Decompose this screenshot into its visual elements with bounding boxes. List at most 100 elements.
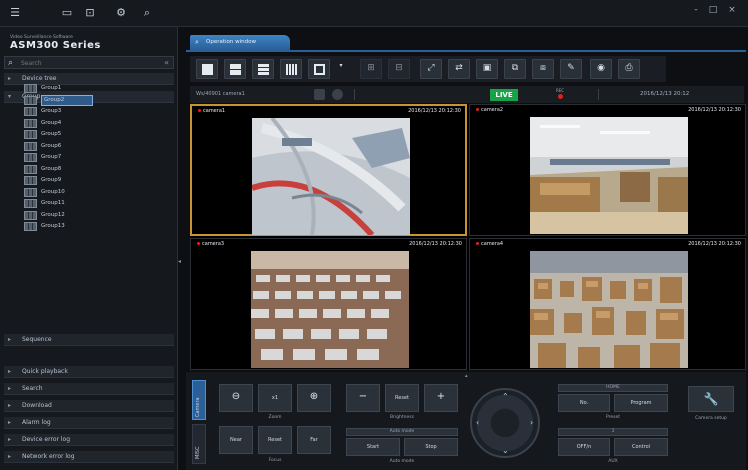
camera-tile-1[interactable]: camera1 2016/12/13 20:12:30 <box>190 104 467 236</box>
brightness-down-button[interactable]: − <box>346 384 380 412</box>
snapshot-button[interactable]: ⧉ <box>504 59 526 79</box>
group-item[interactable]: Group3 <box>22 106 172 118</box>
focus-far-button[interactable]: Far <box>297 426 331 454</box>
group-label: Group1 <box>41 85 62 91</box>
layout-dropdown-button[interactable]: ▾ <box>336 59 346 79</box>
panel-toggle-icon[interactable]: ▴ <box>465 373 468 379</box>
section-quick-playback[interactable]: ▸ Quick playback <box>4 366 174 378</box>
camera-feed-image <box>530 251 688 368</box>
playback-button[interactable]: ▣ <box>476 59 498 79</box>
group-item[interactable]: Group4 <box>22 118 172 130</box>
next-page-button[interactable]: ⊟ <box>388 59 410 79</box>
camera-label: camera2 <box>476 107 503 113</box>
tab-misc[interactable]: MISC <box>192 424 206 464</box>
screen-icon[interactable]: ⊡ <box>83 7 97 19</box>
group-item[interactable]: Group8 <box>22 164 172 176</box>
zoom-out-icon: ⊖ <box>231 391 241 402</box>
close-button[interactable]: × <box>726 5 738 15</box>
layout-1-button[interactable] <box>196 59 218 79</box>
group-item[interactable]: Group7 <box>22 152 172 164</box>
layout-4-button[interactable] <box>224 59 246 79</box>
auto-start-button[interactable]: Start <box>346 438 400 456</box>
tab-operation-window[interactable]: ⌕ Operation window <box>190 35 290 50</box>
prev-page-button[interactable]: ⊞ <box>360 59 382 79</box>
search-box[interactable]: ⌕ « <box>4 56 174 69</box>
tab-camera[interactable]: Camera <box>192 380 206 420</box>
brightness-up-button[interactable]: + <box>424 384 458 412</box>
aux-off-button[interactable]: OFF/n <box>558 438 610 456</box>
group-item[interactable]: Group10 <box>22 187 172 199</box>
preset-no-button[interactable]: No. <box>558 394 610 412</box>
section-sequence[interactable]: ▸ Sequence <box>4 334 174 346</box>
search-input[interactable] <box>21 58 151 68</box>
menu-icon[interactable]: ☰ <box>8 7 22 19</box>
zoom-out-button[interactable]: ⊖ <box>219 384 253 412</box>
section-label: Device tree <box>22 75 57 82</box>
section-download[interactable]: ▸ Download <box>4 400 174 412</box>
auto-stop-button[interactable]: Stop <box>404 438 458 456</box>
layout-custom-button[interactable] <box>308 59 330 79</box>
group-label: Group7 <box>41 154 62 160</box>
ptz-right-icon[interactable]: › <box>530 418 533 427</box>
maximize-button[interactable]: □ <box>707 5 719 15</box>
camera-tile-2[interactable]: camera2 2016/12/13 20:12:30 <box>469 104 746 236</box>
camera-tile-3[interactable]: camera3 2016/12/13 20:12:30 <box>190 238 467 370</box>
section-network-error-log[interactable]: ▸ Network error log <box>4 451 174 463</box>
aux-control-button[interactable]: Control <box>614 438 668 456</box>
ptz-down-icon[interactable]: ⌄ <box>502 446 509 455</box>
print-button[interactable]: ⎙ <box>618 59 640 79</box>
group-item[interactable]: Group1 <box>22 83 172 95</box>
camera-timestamp: 2016/12/13 20:12:30 <box>688 107 741 113</box>
layout-icon <box>24 107 37 116</box>
group-item[interactable]: Group5 <box>22 129 172 141</box>
group-label: Group13 <box>41 223 65 229</box>
copy-icon: ⧈ <box>540 63 546 73</box>
focus-near-button[interactable]: Near <box>219 426 253 454</box>
focus-reset-button[interactable]: Reset <box>258 426 292 454</box>
group-item[interactable]: Group12 <box>22 210 172 222</box>
camera-setup-button[interactable]: 🔧 <box>688 386 734 412</box>
group-item[interactable]: Group9 <box>22 175 172 187</box>
tab-underline <box>186 50 746 52</box>
section-search[interactable]: ▸ Search <box>4 383 174 395</box>
status-icon[interactable] <box>332 89 343 100</box>
camera-tile-4[interactable]: camera4 2016/12/13 20:12:30 <box>469 238 746 370</box>
section-alarm-log[interactable]: ▸ Alarm log <box>4 417 174 429</box>
collapse-panel-icon[interactable]: ◂ <box>178 258 181 265</box>
layout-16-button[interactable] <box>280 59 302 79</box>
group-item-selected[interactable]: Group2 <box>22 94 172 107</box>
copy-button[interactable]: ⧈ <box>532 59 554 79</box>
ptz-up-icon[interactable]: ⌃ <box>502 392 509 401</box>
group-item[interactable]: Group11 <box>22 198 172 210</box>
section-label: Search <box>22 385 43 392</box>
mic-button[interactable]: ✎ <box>560 59 582 79</box>
ptz-joystick[interactable]: ⌃ ⌄ ‹ › <box>470 388 540 458</box>
ptz-left-icon[interactable]: ‹ <box>476 418 479 427</box>
clear-search-icon[interactable]: « <box>164 58 169 67</box>
aux-select[interactable]: 1 <box>558 428 668 436</box>
camera-label: camera1 <box>198 108 225 114</box>
preset-home[interactable]: HOME <box>558 384 668 392</box>
preset-program-button[interactable]: Program <box>614 394 668 412</box>
sequence-button[interactable]: ⇄ <box>448 59 470 79</box>
settings-icon[interactable]: ⚙ <box>114 7 128 19</box>
fullscreen-button[interactable]: ⤢ <box>420 59 442 79</box>
group-item[interactable]: Group13 <box>22 221 172 233</box>
group-label: Group6 <box>41 142 62 149</box>
search-icon[interactable]: ⌕ <box>140 7 154 19</box>
section-device-error-log[interactable]: ▸ Device error log <box>4 434 174 446</box>
zoom-in-button[interactable]: ⊕ <box>297 384 331 412</box>
camera-search-icon: ⌕ <box>195 38 199 46</box>
tab-label: Camera <box>195 397 201 417</box>
group-item[interactable]: Group6 <box>22 141 172 153</box>
minimize-button[interactable]: - <box>690 5 702 15</box>
zoom-x1-button[interactable]: x1 <box>258 384 292 412</box>
layout-9-button[interactable] <box>252 59 274 79</box>
capture-button[interactable]: ◉ <box>590 59 612 79</box>
divider <box>598 89 599 100</box>
camera-label: camera3 <box>197 241 224 247</box>
current-datetime: 2016/12/13 20:12 <box>640 91 690 97</box>
camera-info-icon[interactable] <box>314 89 325 100</box>
brightness-reset-button[interactable]: Reset <box>385 384 419 412</box>
monitor-icon[interactable]: ▭ <box>60 7 74 19</box>
